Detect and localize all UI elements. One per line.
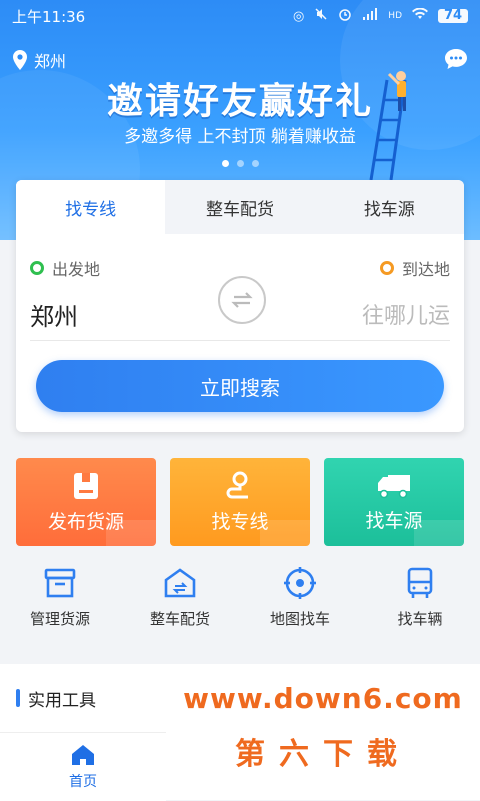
document-icon: [74, 472, 98, 499]
tab-find-line[interactable]: 找专线: [16, 180, 166, 234]
tile-decoration: [414, 520, 464, 546]
origin-label: 出发地: [30, 256, 100, 280]
nav-label: 首页: [69, 774, 97, 790]
home-icon: [72, 745, 94, 765]
route-labels: 出发地 到达地: [16, 234, 464, 280]
shortcut-label: 地图找车: [269, 610, 330, 628]
shortcut-grid: 管理货源 整车配货 地图找车 找车辆: [0, 566, 480, 646]
search-card: 找专线 整车配货 找车源 出发地 到达地 郑州 往哪儿运 立即搜索: [16, 180, 464, 432]
alarm-icon: [338, 7, 352, 25]
tab-full-truck[interactable]: 整车配货: [165, 180, 314, 234]
target-icon: [284, 567, 316, 599]
route-pin-icon: [226, 471, 248, 498]
nfc-icon: ◎: [292, 8, 305, 24]
carousel-dot[interactable]: [251, 160, 259, 167]
swap-route-button[interactable]: [218, 276, 266, 324]
origin-field[interactable]: 郑州: [30, 297, 78, 332]
carousel-indicator[interactable]: [0, 160, 480, 167]
tile-find-line[interactable]: 找专线: [170, 458, 310, 546]
shortcut-label: 找车辆: [397, 610, 443, 628]
location-selector[interactable]: 郑州: [12, 48, 66, 72]
section-accent-bar: [16, 689, 20, 707]
carousel-dot[interactable]: [221, 160, 229, 167]
signal-icon: [362, 7, 378, 25]
shortcut-manage-cargo[interactable]: 管理货源: [0, 566, 120, 646]
destination-label-text: 到达地: [401, 260, 450, 279]
watermark: www.down6.com 第六下载: [166, 664, 480, 800]
tile-decoration: [106, 520, 156, 546]
tools-section-header: 实用工具: [0, 664, 166, 732]
section-title: 实用工具: [28, 690, 96, 711]
destination-label: 到达地: [379, 256, 450, 280]
shortcut-label: 整车配货: [149, 610, 210, 628]
quick-tiles: 发布货源 找专线 找车源: [16, 458, 464, 546]
search-button[interactable]: 立即搜索: [36, 360, 444, 412]
shortcut-label: 管理货源: [29, 610, 90, 628]
destination-dot-icon: [379, 261, 394, 275]
origin-label-text: 出发地: [52, 260, 101, 279]
watermark-url: www.down6.com: [183, 682, 463, 715]
chat-icon[interactable]: [444, 48, 468, 74]
network-type: HD: [388, 11, 402, 21]
shortcut-find-vehicles[interactable]: 找车辆: [360, 566, 480, 646]
origin-dot-icon: [30, 261, 44, 275]
swap-icon: [231, 292, 253, 308]
status-bar: 上午11:36 ◎ HD 74: [0, 0, 480, 32]
tile-publish-cargo[interactable]: 发布货源: [16, 458, 156, 546]
carousel-dot[interactable]: [236, 160, 244, 167]
location-pin-icon: [13, 50, 27, 70]
shortcut-map-find-vehicle[interactable]: 地图找车: [240, 566, 360, 646]
mute-icon: [314, 7, 328, 25]
watermark-text: 第六下载: [235, 737, 411, 772]
warehouse-icon: [164, 568, 196, 598]
shortcut-full-truck[interactable]: 整车配货: [120, 566, 240, 646]
bottom-nav-home[interactable]: 首页: [0, 732, 166, 801]
tab-find-vehicle[interactable]: 找车源: [315, 180, 464, 234]
tile-decoration: [260, 520, 310, 546]
box-icon: [44, 568, 76, 598]
location-label: 郑州: [34, 52, 67, 71]
search-tabs: 找专线 整车配货 找车源: [16, 180, 464, 234]
status-icons: ◎ HD 74: [293, 7, 468, 25]
destination-field[interactable]: 往哪儿运: [362, 298, 450, 330]
wifi-icon: [412, 7, 428, 24]
battery-indicator: 74: [438, 9, 468, 23]
tile-find-vehicle[interactable]: 找车源: [324, 458, 464, 546]
bus-icon: [407, 567, 433, 598]
truck-icon: [378, 474, 410, 498]
status-time: 上午11:36: [12, 7, 86, 26]
